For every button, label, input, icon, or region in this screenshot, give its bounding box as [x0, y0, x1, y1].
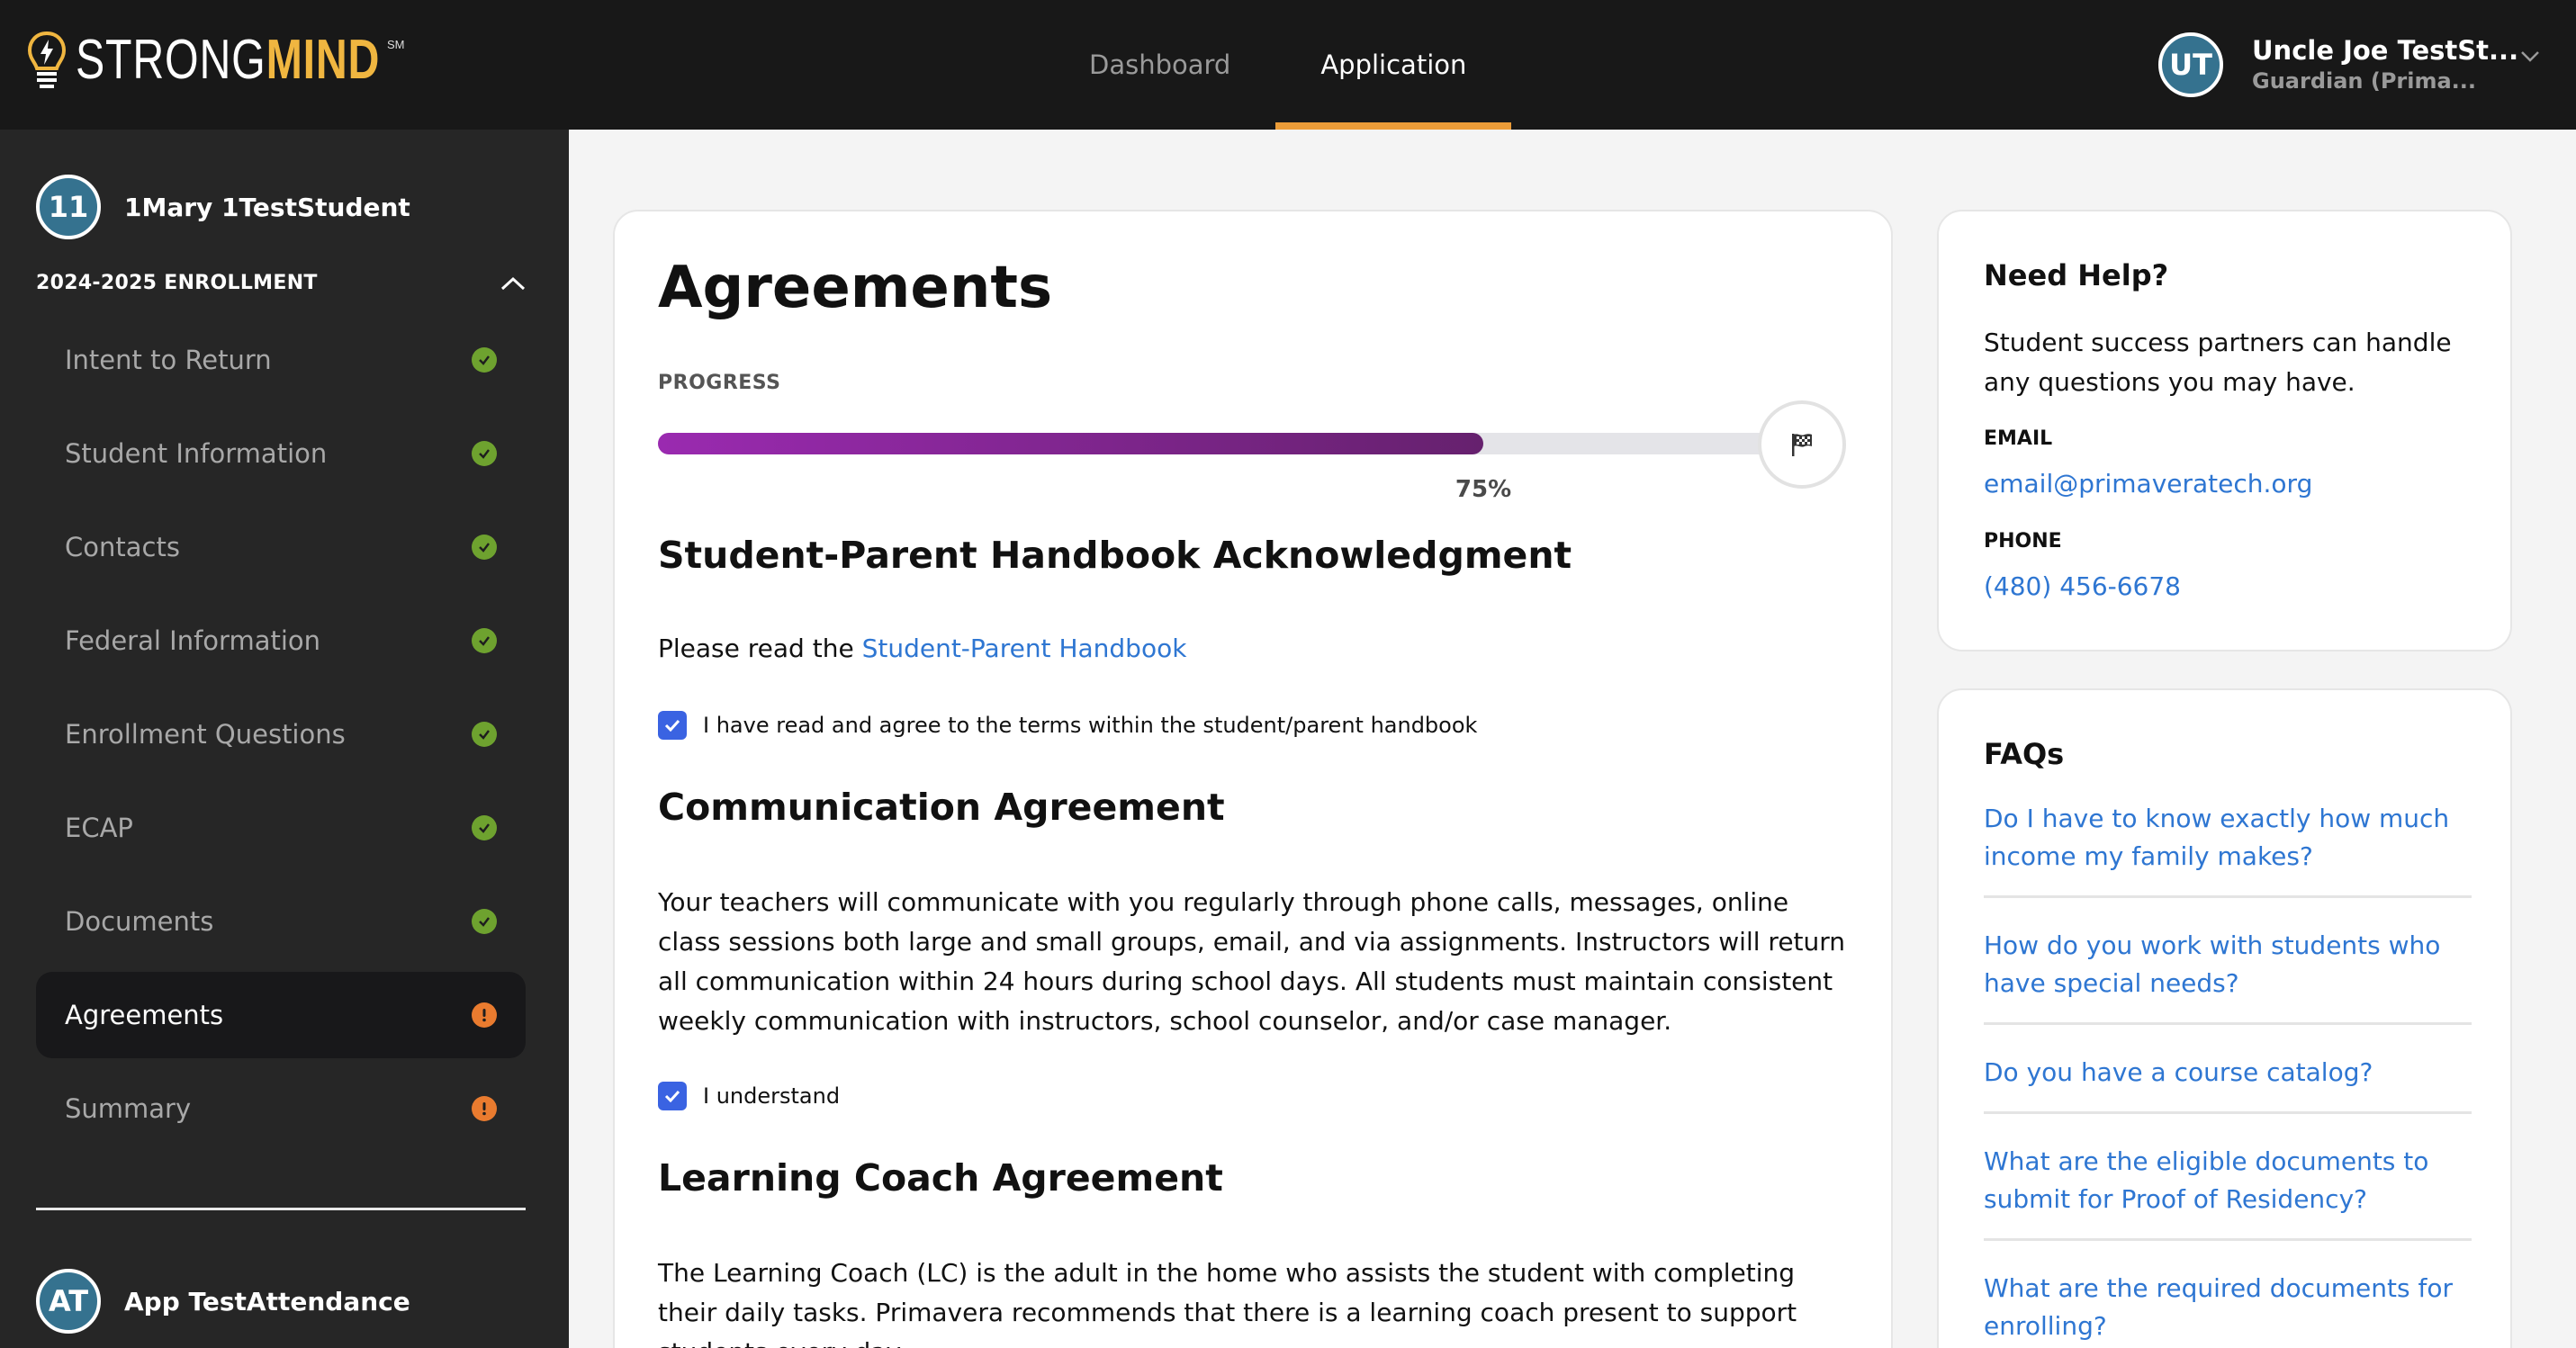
student-avatar: AT — [36, 1269, 101, 1334]
checkmark-icon — [664, 719, 680, 732]
check-circle-icon — [472, 909, 497, 934]
sidebar-divider — [36, 1208, 526, 1210]
sidebar-item-ecap[interactable]: ECAP — [36, 785, 526, 871]
sidebar-item-label: Documents — [65, 906, 214, 937]
student-avatar: 11 — [36, 175, 101, 239]
learning-coach-section-title: Learning Coach Agreement — [658, 1156, 1223, 1200]
page-title: Agreements — [658, 255, 1053, 321]
handbook-section-title: Student-Parent Handbook Acknowledgment — [658, 534, 1572, 577]
logo-wordmark: STRONGMIND — [76, 29, 381, 91]
handbook-agree-checkbox[interactable] — [658, 711, 687, 740]
enrollment-steps: Intent to Return Student Information Con… — [36, 317, 526, 1159]
exclamation-circle-icon — [472, 1096, 497, 1121]
user-avatar: UT — [2158, 32, 2223, 97]
checkmark-icon — [664, 1090, 680, 1102]
faq-link[interactable]: What are the eligible documents to submi… — [1984, 1132, 2472, 1241]
sidebar-item-label: Agreements — [65, 1000, 224, 1030]
communication-agree-checkbox[interactable] — [658, 1082, 687, 1110]
need-help-card: Need Help? Student success partners can … — [1937, 210, 2512, 652]
sidebar-item-federal-information[interactable]: Federal Information — [36, 598, 526, 684]
user-menu[interactable]: UT Uncle Joe TestSt... Guardian (Prima..… — [2158, 29, 2539, 101]
faqs-title: FAQs — [1984, 737, 2065, 771]
sidebar-item-agreements[interactable]: Agreements — [36, 972, 526, 1058]
progress-fill — [658, 433, 1483, 454]
progress-percent: 75% — [1455, 476, 1512, 503]
sidebar-item-label: Intent to Return — [65, 345, 272, 375]
check-circle-icon — [472, 815, 497, 840]
sidebar-item-student-information[interactable]: Student Information — [36, 410, 526, 497]
sidebar-item-label: ECAP — [65, 813, 133, 843]
faq-link[interactable]: Do I have to know exactly how much incom… — [1984, 789, 2472, 898]
phone-label: PHONE — [1984, 530, 2062, 553]
lightbulb-icon — [27, 31, 67, 88]
nav-tab-application[interactable]: Application — [1275, 0, 1512, 130]
check-circle-icon — [472, 722, 497, 747]
sidebar: 11 1Mary 1TestStudent 2024-2025 ENROLLME… — [0, 130, 569, 1348]
checkered-flag-icon — [1792, 434, 1812, 456]
student-name: 1Mary 1TestStudent — [124, 192, 410, 222]
sidebar-item-documents[interactable]: Documents — [36, 878, 526, 965]
email-label: EMAIL — [1984, 427, 2053, 450]
agreements-card: Agreements PROGRESS 75% Student-Parent H… — [613, 210, 1893, 1348]
communication-section-title: Communication Agreement — [658, 786, 1225, 829]
progress-label: PROGRESS — [658, 372, 781, 394]
chevron-up-icon[interactable] — [500, 276, 526, 291]
help-text: Student success partners can handle any … — [1984, 328, 2452, 397]
sidebar-item-label: Student Information — [65, 438, 328, 469]
handbook-instructions: Please read the Student-Parent Handbook — [658, 629, 1855, 669]
check-circle-icon — [472, 441, 497, 466]
communication-agree-checkbox-row[interactable]: I understand — [658, 1082, 840, 1110]
student-selector[interactable]: 11 1Mary 1TestStudent — [36, 175, 410, 239]
enrollment-section-header[interactable]: 2024-2025 ENROLLMENT — [36, 272, 526, 294]
help-title: Need Help? — [1984, 258, 2169, 292]
progress-bar — [658, 433, 1805, 454]
help-email-link[interactable]: email@primaveratech.org — [1984, 469, 2312, 499]
main-nav: Dashboard Application — [1044, 0, 1512, 130]
communication-text: Your teachers will communicate with you … — [658, 887, 1846, 1036]
sidebar-item-enrollment-questions[interactable]: Enrollment Questions — [36, 691, 526, 777]
sidebar-item-label: Federal Information — [65, 625, 321, 656]
handbook-text: Please read the — [658, 634, 862, 663]
student-name: App TestAttendance — [124, 1286, 410, 1317]
user-info: Uncle Joe TestSt... Guardian (Prima... — [2252, 34, 2518, 95]
exclamation-circle-icon — [472, 1002, 497, 1028]
check-circle-icon — [472, 628, 497, 653]
strongmind-logo[interactable]: STRONGMIND SM — [27, 29, 466, 92]
sidebar-item-contacts[interactable]: Contacts — [36, 504, 526, 590]
check-circle-icon — [472, 347, 497, 373]
handbook-link[interactable]: Student-Parent Handbook — [862, 634, 1187, 663]
other-student-selector[interactable]: AT App TestAttendance — [36, 1269, 410, 1334]
sidebar-item-label: Enrollment Questions — [65, 719, 346, 750]
faq-link[interactable]: Do you have a course catalog? — [1984, 1043, 2472, 1114]
sidebar-item-label: Summary — [65, 1093, 192, 1124]
faqs-card: FAQs Do I have to know exactly how much … — [1937, 688, 2512, 1348]
sidebar-item-label: Contacts — [65, 532, 180, 562]
nav-tab-dashboard[interactable]: Dashboard — [1044, 0, 1275, 130]
service-mark: SM — [387, 38, 405, 51]
chevron-down-icon[interactable] — [2520, 50, 2540, 63]
handbook-agree-label: I have read and agree to the terms withi… — [703, 713, 1478, 738]
faq-list: Do I have to know exactly how much incom… — [1984, 789, 2472, 1348]
communication-agree-label: I understand — [703, 1083, 841, 1109]
help-phone-link[interactable]: (480) 456-6678 — [1984, 571, 2181, 601]
user-name: Uncle Joe TestSt... — [2252, 35, 2519, 66]
progress-finish-marker — [1758, 400, 1846, 489]
enrollment-title: 2024-2025 ENROLLMENT — [36, 272, 318, 294]
sidebar-item-intent-to-return[interactable]: Intent to Return — [36, 317, 526, 403]
user-role: Guardian (Prima... — [2252, 68, 2477, 94]
faq-link[interactable]: What are the required documents for enro… — [1984, 1259, 2472, 1348]
sidebar-item-summary[interactable]: Summary — [36, 1065, 526, 1152]
faq-link[interactable]: How do you work with students who have s… — [1984, 916, 2472, 1025]
handbook-agree-checkbox-row[interactable]: I have read and agree to the terms withi… — [658, 711, 1477, 740]
top-header: STRONGMIND SM Dashboard Application UT U… — [0, 0, 2576, 130]
learning-coach-text: The Learning Coach (LC) is the adult in … — [658, 1258, 1797, 1348]
check-circle-icon — [472, 535, 497, 560]
